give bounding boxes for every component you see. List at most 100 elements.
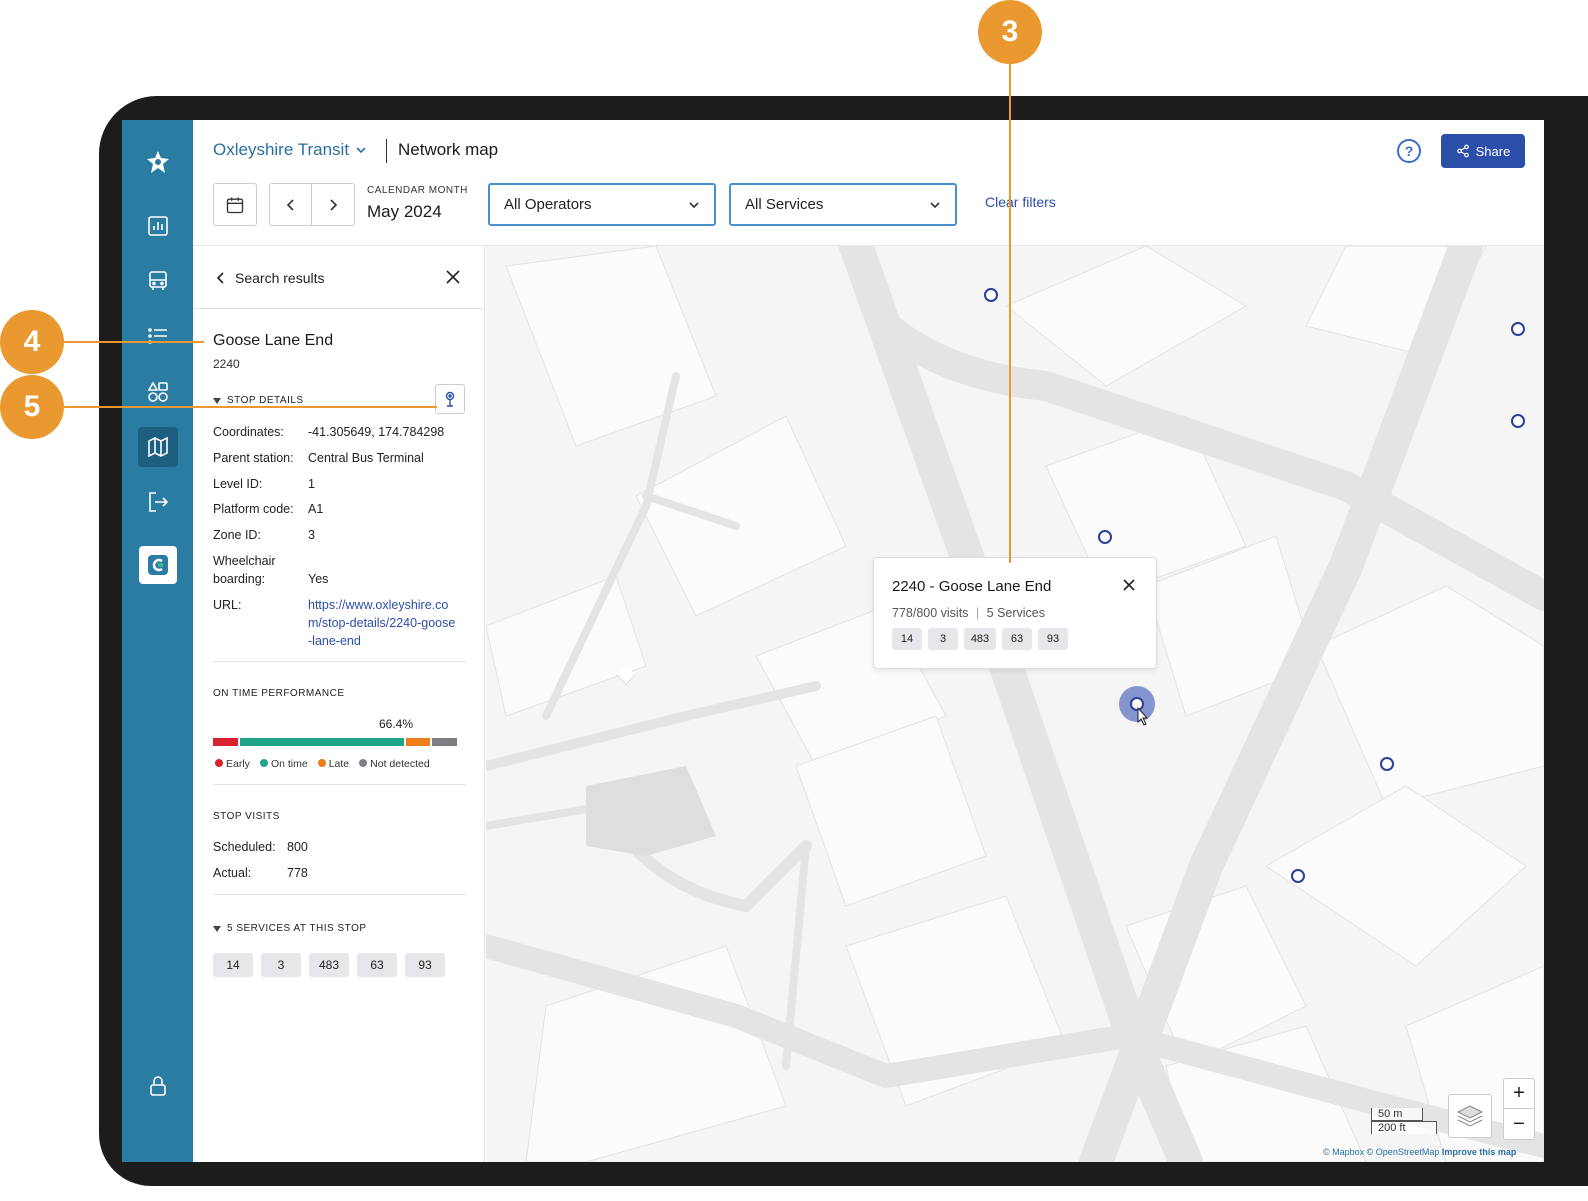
service-chip[interactable]: 93	[405, 953, 445, 977]
attribution-osm[interactable]: © OpenStreetMap	[1367, 1147, 1440, 1157]
export-icon[interactable]	[138, 482, 178, 522]
map-scale: 50 m 200 ft	[1371, 1108, 1437, 1134]
service-chip[interactable]: 483	[964, 628, 996, 650]
map-icon[interactable]	[138, 427, 178, 467]
service-chips: 14 3 483 63 93	[213, 953, 445, 977]
list-icon[interactable]	[138, 316, 178, 356]
map-attribution: © Mapbox © OpenStreetMap Improve this ma…	[1323, 1147, 1516, 1157]
zoom-out-button[interactable]: −	[1504, 1109, 1534, 1139]
layers-button[interactable]	[1448, 1094, 1492, 1138]
service-chip[interactable]: 483	[309, 953, 349, 977]
services-select[interactable]: All Services	[729, 183, 957, 226]
stop-detail-panel: Search results Goose Lane End 2240 STOP …	[193, 246, 485, 1162]
stop-popup: 2240 - Goose Lane End 778/800 visits | 5…	[873, 557, 1157, 669]
callout-4-line	[62, 341, 204, 343]
chevron-right-icon	[330, 198, 338, 211]
share-button[interactable]: Share	[1441, 134, 1525, 168]
stop-details-heading: STOP DETAILS	[227, 395, 304, 406]
stop-markers	[984, 288, 1525, 883]
callout-4: 4	[0, 310, 64, 374]
clear-filters-link[interactable]: Clear filters	[985, 194, 1056, 210]
bus-icon[interactable]	[138, 261, 178, 301]
analytics-icon[interactable]	[138, 206, 178, 246]
detail-value: A1	[308, 502, 324, 516]
stop-details-toggle[interactable]: STOP DETAILS	[213, 395, 304, 406]
service-chip[interactable]: 14	[213, 953, 253, 977]
detail-value: Central Bus Terminal	[308, 451, 424, 465]
service-chip[interactable]: 14	[892, 628, 922, 650]
actual-value: 778	[287, 866, 308, 880]
share-icon	[1456, 144, 1469, 158]
organization-switcher[interactable]: Oxleyshire Transit	[213, 140, 367, 160]
legend-not-detected: Not detected	[359, 758, 430, 770]
service-chip[interactable]: 63	[357, 953, 397, 977]
detail-key: Parent station:	[213, 451, 294, 465]
close-icon[interactable]	[1122, 578, 1136, 592]
app-logo-icon[interactable]	[138, 142, 178, 182]
legend-late: Late	[317, 758, 349, 770]
detail-key: Wheelchair boarding:	[213, 554, 276, 586]
service-chip[interactable]: 3	[928, 628, 958, 650]
close-icon[interactable]	[444, 268, 462, 286]
operators-select[interactable]: All Operators	[488, 183, 716, 226]
otp-bar-early	[213, 738, 238, 746]
detail-value: 1	[308, 477, 315, 491]
divider	[213, 661, 466, 662]
service-chip[interactable]: 3	[261, 953, 301, 977]
back-to-search-results[interactable]: Search results	[215, 270, 324, 286]
calendar-icon	[226, 197, 244, 213]
scale-imperial: 200 ft	[1371, 1121, 1437, 1134]
popup-service-chips: 14 3 483 63 93	[892, 628, 1068, 650]
calendar-month-value: May 2024	[367, 202, 442, 221]
caret-down-icon	[213, 397, 221, 404]
detail-value: Yes	[308, 572, 329, 586]
organization-name: Oxleyshire Transit	[213, 140, 350, 159]
back-label: Search results	[235, 270, 325, 286]
partner-app-icon[interactable]	[139, 546, 177, 584]
chevron-down-icon	[930, 201, 940, 208]
popup-title: 2240 - Goose Lane End	[892, 578, 1052, 595]
locate-stop-button[interactable]	[435, 384, 465, 414]
scheduled-label: Scheduled:	[213, 840, 276, 854]
actual-label: Actual:	[213, 866, 252, 880]
sidebar	[122, 120, 193, 1162]
legend-early: Early	[215, 758, 250, 770]
next-month-button[interactable]	[311, 183, 355, 226]
detail-key: URL:	[213, 598, 242, 612]
legend-on-time: On time	[259, 758, 308, 770]
callout-5-line	[62, 406, 437, 408]
popup-summary: 778/800 visits | 5 Services	[892, 606, 1046, 620]
callout-5: 5	[0, 375, 64, 439]
calendar-month-label: CALENDAR MONTH	[367, 185, 468, 196]
stop-code: 2240	[213, 357, 240, 371]
detail-key: Zone ID:	[213, 528, 261, 542]
attribution-mapbox[interactable]: © Mapbox	[1323, 1147, 1364, 1157]
services-toggle[interactable]: 5 SERVICES AT THIS STOP	[213, 923, 367, 934]
app-screen: Oxleyshire Transit Network map ? Share C…	[122, 120, 1544, 1162]
calendar-button[interactable]	[213, 183, 257, 226]
otp-percentage: 66.4%	[379, 717, 414, 731]
otp-bar-not-detected	[432, 738, 458, 746]
previous-month-button[interactable]	[269, 183, 312, 226]
otp-bar-late	[405, 738, 431, 746]
network-map[interactable]: 2240 - Goose Lane End 778/800 visits | 5…	[486, 246, 1544, 1162]
lock-icon[interactable]	[138, 1066, 178, 1106]
callout-3: 3	[978, 0, 1042, 64]
detail-value: 3	[308, 528, 315, 542]
services-select-value: All Services	[745, 196, 824, 213]
callout-3-line	[1009, 62, 1011, 563]
help-button[interactable]: ?	[1397, 139, 1421, 163]
zoom-in-button[interactable]: +	[1504, 1079, 1534, 1109]
stop-url-link[interactable]: https://www.oxleyshire.com/stop-details/…	[308, 596, 458, 650]
services-heading: 5 SERVICES AT THIS STOP	[227, 923, 367, 934]
header-divider	[386, 139, 387, 163]
map-pin-icon	[445, 391, 455, 407]
service-chip[interactable]: 63	[1002, 628, 1032, 650]
otp-legend: Early On time Late Not detected	[215, 758, 430, 770]
detail-key: Coordinates:	[213, 425, 284, 439]
improve-map-link[interactable]: Improve this map	[1442, 1147, 1517, 1157]
divider	[213, 894, 466, 895]
service-chip[interactable]: 93	[1038, 628, 1068, 650]
page-title: Network map	[398, 140, 499, 159]
scale-metric: 50 m	[1371, 1108, 1423, 1121]
